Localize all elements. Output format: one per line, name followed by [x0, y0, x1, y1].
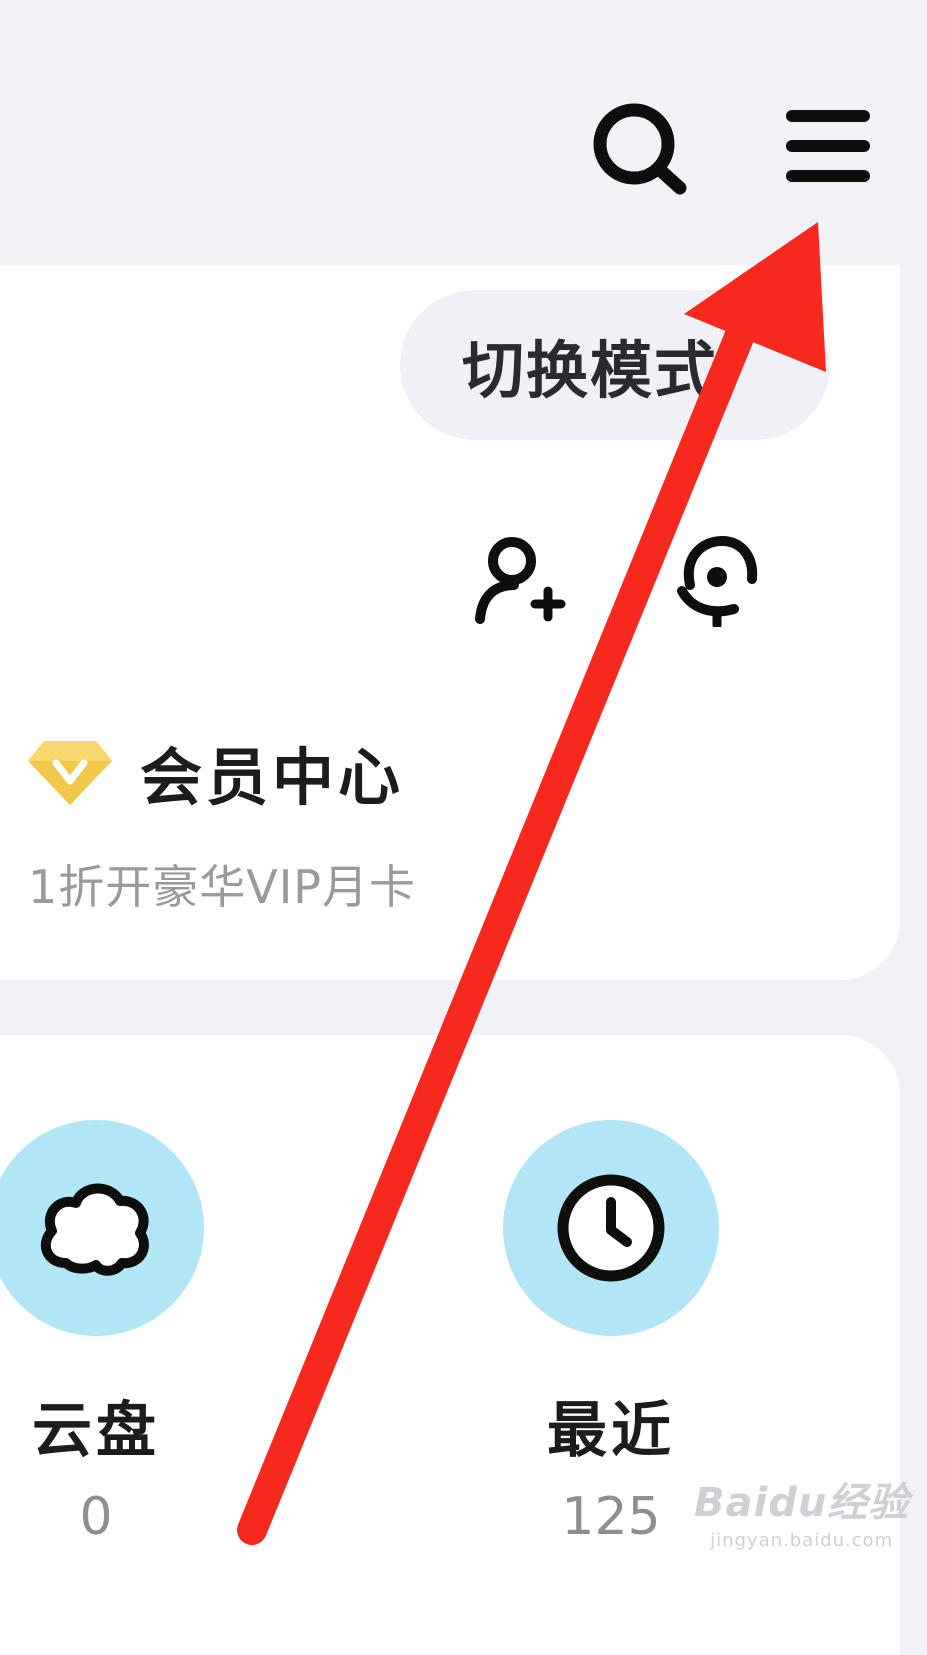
baidu-jingyan-watermark: Baidu经验 jingyan.baidu.com [694, 1470, 909, 1551]
top-bar [0, 0, 927, 265]
add-friend-icon[interactable] [472, 533, 572, 625]
search-icon[interactable] [588, 98, 692, 198]
clock-icon [557, 1174, 665, 1282]
clock-icon-circle [503, 1120, 719, 1336]
switch-mode-button[interactable]: 切换模式 [400, 290, 830, 440]
watermark-url: jingyan.baidu.com [710, 1530, 894, 1551]
shortcut-count: 0 [79, 1487, 113, 1547]
switch-mode-label: 切换模式 [462, 334, 719, 407]
shortcut-label: 云盘 [32, 1396, 160, 1466]
vip-diamond-icon [28, 741, 112, 805]
watermark-text: Baidu经验 [694, 1480, 910, 1526]
hamburger-menu-icon[interactable] [778, 100, 878, 192]
vip-center-title: 会员中心 [140, 741, 405, 814]
cloud-icon-circle [0, 1120, 204, 1336]
vip-promo-text[interactable]: 1折开豪华VIP月卡 [28, 851, 416, 917]
shortcut-label: 最近 [547, 1396, 675, 1466]
shortcut-cloud-drive[interactable]: 云盘 0 [0, 1120, 216, 1547]
shortcuts-card: 云盘 0 最近 125 [0, 1035, 900, 1655]
customer-service-icon[interactable] [662, 527, 772, 627]
profile-card: 切换模式 会员中心 1折开豪华VIP月卡 [0, 265, 900, 980]
vip-center-row[interactable]: 会员中心 [26, 727, 404, 817]
cloud-icon [40, 1183, 149, 1276]
